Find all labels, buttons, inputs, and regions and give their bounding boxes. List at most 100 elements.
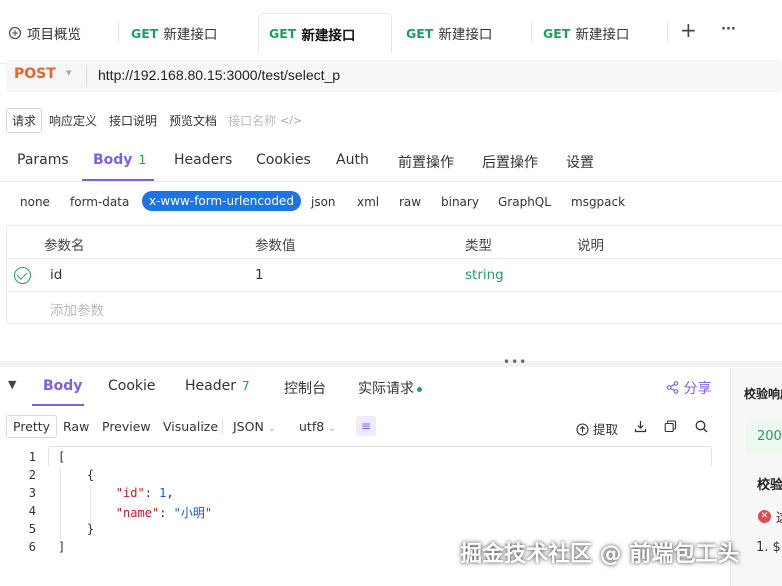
tab-divider: [118, 22, 119, 42]
tab-post-processors[interactable]: 后置操作: [482, 152, 538, 172]
response-tab-console[interactable]: 控制台: [284, 378, 326, 398]
panel-splitter[interactable]: [0, 361, 782, 367]
subnav-api-docs[interactable]: 接口说明: [104, 109, 162, 132]
line-number: 5: [28, 522, 36, 536]
json-value-id: 1: [159, 486, 167, 500]
format-select-value: JSON: [233, 419, 264, 434]
body-type-form-data[interactable]: form-data: [70, 195, 129, 209]
code-line: "id": 1,: [115, 486, 174, 500]
search-icon[interactable]: [695, 420, 708, 433]
divider: [86, 66, 87, 86]
tab-project-overview[interactable]: 项目概览: [8, 13, 81, 53]
tab-bar: 项目概览 GET 新建接口 GET 新建接口 GET 新建接口 GET 新建接口…: [0, 0, 782, 64]
download-icon[interactable]: [634, 420, 647, 433]
chevron-down-icon[interactable]: ▼: [8, 378, 16, 391]
api-name-input[interactable]: 接口名称: [228, 112, 276, 129]
json-value-name: "小明": [173, 506, 213, 520]
tab-pre-processors[interactable]: 前置操作: [398, 152, 454, 172]
response-tab-header[interactable]: Header 7: [185, 378, 250, 394]
tab-label: 新建接口: [575, 27, 630, 43]
chevron-down-icon: ⌄: [267, 423, 277, 434]
code-icon[interactable]: </>: [280, 114, 302, 127]
tab-headers[interactable]: Headers: [174, 152, 232, 168]
more-tabs-button[interactable]: ···: [721, 22, 736, 37]
body-count-badge: 1: [138, 153, 147, 167]
tab-new-api-4[interactable]: GET 新建接口: [543, 13, 629, 53]
add-tab-button[interactable]: +: [680, 18, 697, 42]
tab-new-api-2[interactable]: GET 新建接口: [258, 13, 392, 53]
chevron-down-icon: ⌄: [328, 423, 337, 434]
body-type-json[interactable]: json: [311, 195, 336, 209]
status-code-box: 200: [745, 420, 782, 454]
param-type-select[interactable]: string: [465, 267, 504, 283]
tab-body-label: Body: [93, 152, 133, 168]
format-select[interactable]: JSON ⌄: [233, 419, 276, 434]
watermark: 掘金技术社区 @ 前端包工头: [460, 542, 740, 567]
method-select[interactable]: POST: [14, 66, 56, 82]
tab-label: 新建接口: [301, 27, 356, 44]
extract-button[interactable]: 提取: [576, 419, 618, 438]
header-count-badge: 7: [241, 379, 250, 393]
code-line: {: [58, 468, 95, 482]
code-line: "name": "小明": [115, 506, 213, 520]
response-tab-header-label: Header: [185, 378, 236, 394]
url-bar: POST ▾ http://192.168.80.15:3000/test/se…: [6, 60, 782, 92]
body-type-binary[interactable]: binary: [441, 195, 479, 209]
code-line: [: [58, 450, 66, 464]
encoding-select[interactable]: utf8 ⌄: [299, 419, 337, 434]
share-button[interactable]: 分享: [666, 378, 711, 398]
params-table: 参数名 参数值 类型 说明 id 1 string 添加参数: [6, 225, 782, 324]
tab-body[interactable]: Body 1: [93, 152, 146, 168]
word-wrap-icon[interactable]: ≡: [356, 416, 376, 436]
body-type-raw[interactable]: raw: [399, 195, 421, 209]
subnav-request[interactable]: 请求: [6, 108, 43, 133]
subnav-preview-docs[interactable]: 预览文档: [164, 109, 222, 132]
column-header-description: 说明: [577, 238, 604, 254]
line-number: 4: [28, 504, 36, 518]
line-number: 6: [28, 540, 36, 554]
tab-cookies[interactable]: Cookies: [256, 152, 311, 168]
response-tab-actual-request-label: 实际请求: [358, 381, 414, 397]
line-number: 2: [28, 468, 36, 482]
checkbox-checked-icon[interactable]: [14, 267, 31, 284]
tab-new-api-3[interactable]: GET 新建接口: [406, 13, 492, 53]
tab-divider: [531, 22, 532, 42]
assertion-title: 校验响应: [744, 387, 782, 401]
subnav-response-definition[interactable]: 响应定义: [44, 109, 102, 132]
column-header-value: 参数值: [255, 238, 296, 254]
param-value-field[interactable]: 1: [255, 267, 264, 283]
view-preview[interactable]: Preview: [102, 419, 151, 434]
share-icon: [666, 381, 679, 394]
body-type-selector: none form-data x-www-form-urlencoded jso…: [0, 191, 782, 215]
view-raw[interactable]: Raw: [63, 419, 89, 434]
body-type-xml[interactable]: xml: [357, 195, 379, 209]
extract-icon: [576, 423, 589, 436]
divider: [222, 420, 223, 434]
code-line: ]: [58, 540, 66, 554]
tab-auth[interactable]: Auth: [336, 152, 369, 168]
request-subnav: 请求 响应定义 接口说明 预览文档 接口名称 </>: [6, 108, 302, 133]
active-tab-indicator: [32, 404, 84, 406]
view-visualize[interactable]: Visualize: [163, 419, 218, 434]
body-type-msgpack[interactable]: msgpack: [571, 195, 625, 209]
tab-settings[interactable]: 设置: [566, 152, 594, 172]
copy-icon[interactable]: [664, 420, 677, 433]
chevron-down-icon[interactable]: ▾: [66, 66, 72, 79]
tab-method: GET: [406, 25, 434, 41]
url-input[interactable]: http://192.168.80.15:3000/test/select_p: [98, 67, 340, 83]
body-type-none[interactable]: none: [20, 195, 50, 209]
assertion-check-label: 校验: [757, 478, 782, 493]
column-header-name: 参数名: [44, 238, 85, 254]
response-tab-actual-request[interactable]: 实际请求: [358, 378, 422, 398]
response-tab-body[interactable]: Body: [43, 378, 82, 394]
tab-new-api-1[interactable]: GET 新建接口: [131, 13, 217, 53]
body-type-urlencoded[interactable]: x-www-form-urlencoded: [142, 191, 301, 211]
param-name-field[interactable]: id: [50, 267, 62, 283]
add-param-input[interactable]: 添加参数: [50, 299, 104, 319]
response-tab-cookie[interactable]: Cookie: [108, 378, 156, 394]
body-type-graphql[interactable]: GraphQL: [498, 195, 551, 209]
drag-handle-icon[interactable]: •••: [503, 355, 527, 369]
view-pretty[interactable]: Pretty: [6, 415, 58, 438]
assertion-fail-text: 这: [776, 507, 782, 526]
tab-params[interactable]: Params: [17, 152, 69, 168]
